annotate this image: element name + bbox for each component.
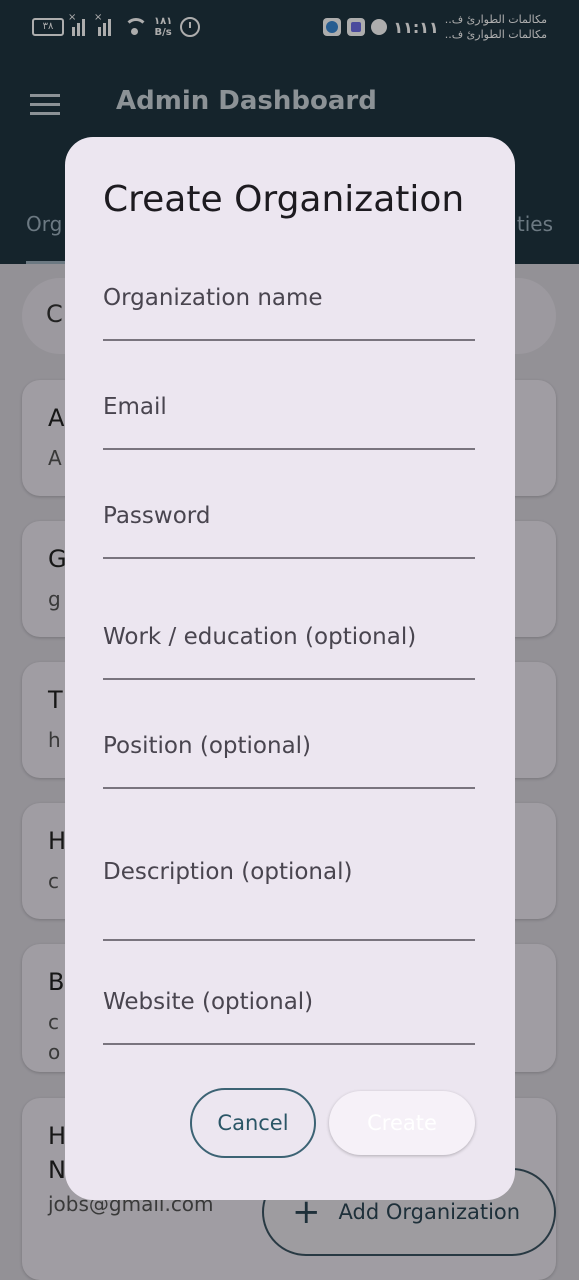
organization-name-input[interactable] <box>103 283 475 313</box>
create-organization-dialog: Create Organization Cancel Create <box>65 137 515 1200</box>
field-underline <box>103 339 475 341</box>
email-input[interactable] <box>103 392 475 422</box>
password-field <box>103 501 475 559</box>
password-input[interactable] <box>103 501 475 531</box>
field-underline <box>103 448 475 450</box>
organization-name-field <box>103 283 475 341</box>
field-underline <box>103 557 475 559</box>
position-input[interactable] <box>103 731 475 761</box>
email-field <box>103 392 475 450</box>
cancel-button[interactable]: Cancel <box>190 1088 316 1158</box>
position-field <box>103 731 475 789</box>
website-field <box>103 987 475 1045</box>
description-input[interactable] <box>103 859 475 935</box>
work-education-input[interactable] <box>103 622 475 652</box>
field-underline <box>103 1043 475 1045</box>
field-underline <box>103 678 475 680</box>
description-field <box>103 859 475 941</box>
field-underline <box>103 939 475 941</box>
dialog-title: Create Organization <box>103 179 465 220</box>
field-underline <box>103 787 475 789</box>
create-button[interactable]: Create <box>329 1091 475 1155</box>
website-input[interactable] <box>103 987 475 1017</box>
work-education-field <box>103 622 475 680</box>
